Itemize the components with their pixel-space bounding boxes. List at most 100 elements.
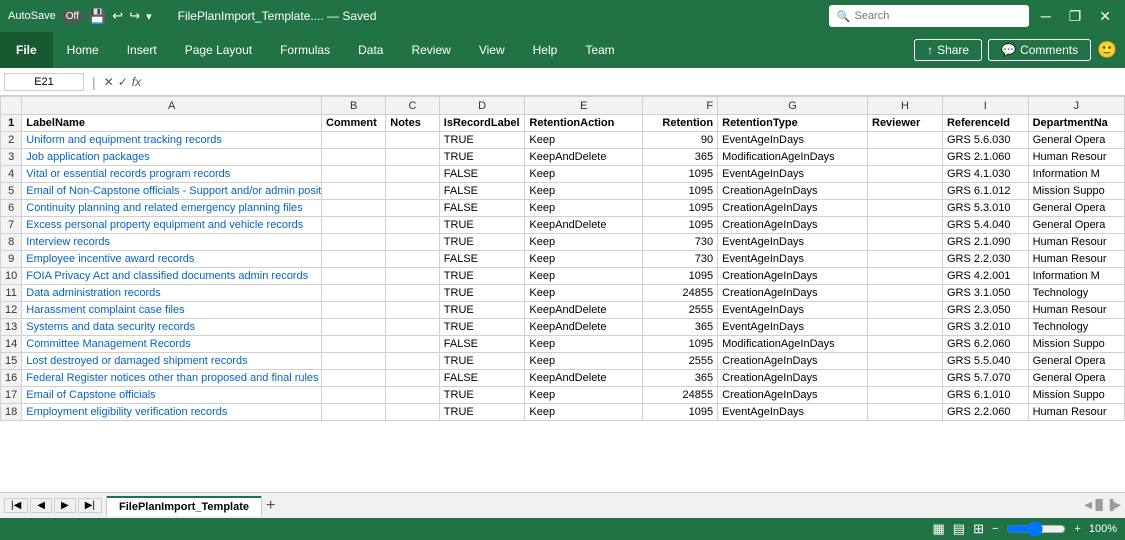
tab-formulas[interactable]: Formulas — [266, 32, 344, 68]
cell-b6[interactable] — [322, 200, 386, 217]
cell-a11[interactable]: Data administration records — [22, 285, 322, 302]
cell-j9[interactable]: Human Resour — [1028, 251, 1124, 268]
cell-a9[interactable]: Employee incentive award records — [22, 251, 322, 268]
cell-j4[interactable]: Information M — [1028, 166, 1124, 183]
cell-d1[interactable]: IsRecordLabel — [439, 115, 525, 132]
cell-b1[interactable]: Comment — [322, 115, 386, 132]
cell-i11[interactable]: GRS 3.1.050 — [942, 285, 1028, 302]
cell-f14[interactable]: 1095 — [643, 336, 718, 353]
cell-a2[interactable]: Uniform and equipment tracking records — [22, 132, 322, 149]
cell-g18[interactable]: EventAgeInDays — [718, 404, 868, 421]
cell-h12[interactable] — [868, 302, 943, 319]
cell-c1[interactable]: Notes — [386, 115, 440, 132]
cell-g14[interactable]: ModificationAgeInDays — [718, 336, 868, 353]
next-sheet-button[interactable]: ▶ — [54, 498, 76, 513]
cell-i17[interactable]: GRS 6.1.010 — [942, 387, 1028, 404]
cell-e16[interactable]: KeepAndDelete — [525, 370, 643, 387]
cell-c17[interactable] — [386, 387, 440, 404]
cell-d18[interactable]: TRUE — [439, 404, 525, 421]
tab-review[interactable]: Review — [397, 32, 464, 68]
cell-h8[interactable] — [868, 234, 943, 251]
cell-f7[interactable]: 1095 — [643, 217, 718, 234]
cell-b15[interactable] — [322, 353, 386, 370]
cell-b3[interactable] — [322, 149, 386, 166]
cell-g5[interactable]: CreationAgeInDays — [718, 183, 868, 200]
minimize-button[interactable]: ─ — [1035, 6, 1057, 26]
cell-a7[interactable]: Excess personal property equipment and v… — [22, 217, 322, 234]
cell-c8[interactable] — [386, 234, 440, 251]
cell-d11[interactable]: TRUE — [439, 285, 525, 302]
cell-b14[interactable] — [322, 336, 386, 353]
cell-f9[interactable]: 730 — [643, 251, 718, 268]
tab-home[interactable]: Home — [53, 32, 113, 68]
cell-i15[interactable]: GRS 5.5.040 — [942, 353, 1028, 370]
cell-j11[interactable]: Technology — [1028, 285, 1124, 302]
cell-e7[interactable]: KeepAndDelete — [525, 217, 643, 234]
cell-h11[interactable] — [868, 285, 943, 302]
cell-i2[interactable]: GRS 5.6.030 — [942, 132, 1028, 149]
cell-f18[interactable]: 1095 — [643, 404, 718, 421]
cell-a5[interactable]: Email of Non-Capstone officials - Suppor… — [22, 183, 322, 200]
layout-view-icon[interactable]: ▤ — [953, 521, 965, 537]
cell-j12[interactable]: Human Resour — [1028, 302, 1124, 319]
name-box[interactable] — [4, 73, 84, 91]
cell-i6[interactable]: GRS 5.3.010 — [942, 200, 1028, 217]
insert-function-icon[interactable]: fx — [132, 75, 141, 89]
cell-j15[interactable]: General Opera — [1028, 353, 1124, 370]
cell-c7[interactable] — [386, 217, 440, 234]
cell-f5[interactable]: 1095 — [643, 183, 718, 200]
cell-e6[interactable]: Keep — [525, 200, 643, 217]
cell-f12[interactable]: 2555 — [643, 302, 718, 319]
cell-e15[interactable]: Keep — [525, 353, 643, 370]
cell-e12[interactable]: KeepAndDelete — [525, 302, 643, 319]
cell-a16[interactable]: Federal Register notices other than prop… — [22, 370, 322, 387]
cell-g3[interactable]: ModificationAgeInDays — [718, 149, 868, 166]
cell-a3[interactable]: Job application packages — [22, 149, 322, 166]
cell-d6[interactable]: FALSE — [439, 200, 525, 217]
cell-i3[interactable]: GRS 2.1.060 — [942, 149, 1028, 166]
cell-c5[interactable] — [386, 183, 440, 200]
cell-d7[interactable]: TRUE — [439, 217, 525, 234]
autosave-toggle[interactable]: Off — [62, 10, 83, 23]
cell-j8[interactable]: Human Resour — [1028, 234, 1124, 251]
cell-d15[interactable]: TRUE — [439, 353, 525, 370]
cell-j5[interactable]: Mission Suppo — [1028, 183, 1124, 200]
cell-i10[interactable]: GRS 4.2.001 — [942, 268, 1028, 285]
cell-j7[interactable]: General Opera — [1028, 217, 1124, 234]
cell-h10[interactable] — [868, 268, 943, 285]
first-sheet-button[interactable]: |◀ — [4, 498, 28, 513]
cell-g17[interactable]: CreationAgeInDays — [718, 387, 868, 404]
cell-g15[interactable]: CreationAgeInDays — [718, 353, 868, 370]
cell-f8[interactable]: 730 — [643, 234, 718, 251]
cell-g1[interactable]: RetentionType — [718, 115, 868, 132]
cell-e2[interactable]: Keep — [525, 132, 643, 149]
cell-c4[interactable] — [386, 166, 440, 183]
cell-b5[interactable] — [322, 183, 386, 200]
cell-f3[interactable]: 365 — [643, 149, 718, 166]
cell-g11[interactable]: CreationAgeInDays — [718, 285, 868, 302]
cell-c12[interactable] — [386, 302, 440, 319]
col-header-i[interactable]: I — [942, 97, 1028, 115]
cell-f6[interactable]: 1095 — [643, 200, 718, 217]
cell-c10[interactable] — [386, 268, 440, 285]
normal-view-icon[interactable]: ▦ — [932, 521, 944, 537]
comments-button[interactable]: 💬 Comments — [988, 39, 1091, 61]
redo-icon[interactable]: ↪ — [129, 8, 140, 24]
col-header-h[interactable]: H — [868, 97, 943, 115]
cell-a1[interactable]: LabelName — [22, 115, 322, 132]
cell-i1[interactable]: ReferenceId — [942, 115, 1028, 132]
cell-i12[interactable]: GRS 2.3.050 — [942, 302, 1028, 319]
cell-j14[interactable]: Mission Suppo — [1028, 336, 1124, 353]
cell-h3[interactable] — [868, 149, 943, 166]
col-header-g[interactable]: G — [718, 97, 868, 115]
cell-a4[interactable]: Vital or essential records program recor… — [22, 166, 322, 183]
search-input[interactable] — [854, 10, 1004, 22]
cell-c14[interactable] — [386, 336, 440, 353]
cell-e3[interactable]: KeepAndDelete — [525, 149, 643, 166]
add-sheet-button[interactable]: + — [266, 497, 275, 515]
tab-view[interactable]: View — [465, 32, 519, 68]
cell-e18[interactable]: Keep — [525, 404, 643, 421]
tab-page-layout[interactable]: Page Layout — [171, 32, 266, 68]
col-header-c[interactable]: C — [386, 97, 440, 115]
cell-b17[interactable] — [322, 387, 386, 404]
